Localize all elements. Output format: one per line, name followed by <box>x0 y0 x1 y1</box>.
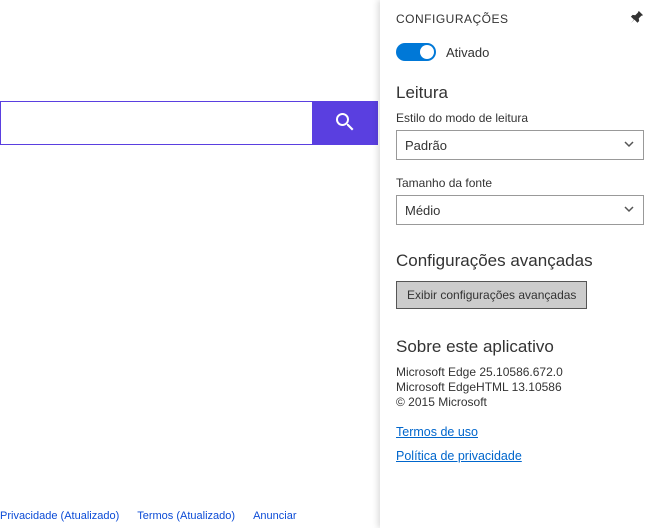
show-advanced-button[interactable]: Exibir configurações avançadas <box>396 281 587 309</box>
reading-style-label: Estilo do modo de leitura <box>396 111 644 125</box>
privacy-link[interactable]: Política de privacidade <box>396 449 644 463</box>
font-size-select[interactable]: Médio <box>396 195 644 225</box>
search-button[interactable] <box>312 101 378 145</box>
about-heading: Sobre este aplicativo <box>396 337 644 357</box>
reading-style-value: Padrão <box>405 138 447 153</box>
about-copyright: © 2015 Microsoft <box>396 395 644 409</box>
footer-link-advertise[interactable]: Anunciar <box>253 510 296 522</box>
footer-link-terms[interactable]: Termos (Atualizado) <box>137 510 235 522</box>
search-input[interactable] <box>0 101 312 145</box>
reading-style-select[interactable]: Padrão <box>396 130 644 160</box>
about-edgehtml-version: Microsoft EdgeHTML 13.10586 <box>396 380 644 394</box>
terms-link[interactable]: Termos de uso <box>396 425 644 439</box>
chevron-down-icon <box>623 138 635 153</box>
enabled-toggle[interactable] <box>396 43 436 61</box>
font-size-label: Tamanho da fonte <box>396 176 644 190</box>
about-block: Microsoft Edge 25.10586.672.0 Microsoft … <box>396 365 644 409</box>
search-bar <box>0 101 378 145</box>
pin-icon[interactable] <box>630 10 644 27</box>
settings-panel: CONFIGURAÇÕES Ativado Leitura Estilo do … <box>380 0 660 528</box>
footer-link-privacy[interactable]: Privacidade (Atualizado) <box>0 510 119 522</box>
advanced-heading: Configurações avançadas <box>396 251 644 271</box>
toggle-row: Ativado <box>396 43 644 61</box>
toggle-label: Ativado <box>446 45 489 60</box>
main-content: Privacidade (Atualizado) Termos (Atualiz… <box>0 0 380 528</box>
panel-title: CONFIGURAÇÕES <box>396 12 509 26</box>
footer-links: Privacidade (Atualizado) Termos (Atualiz… <box>0 510 296 522</box>
reading-heading: Leitura <box>396 83 644 103</box>
font-size-value: Médio <box>405 203 440 218</box>
panel-header: CONFIGURAÇÕES <box>396 10 644 27</box>
about-edge-version: Microsoft Edge 25.10586.672.0 <box>396 365 644 379</box>
chevron-down-icon <box>623 203 635 218</box>
search-icon <box>333 110 357 137</box>
